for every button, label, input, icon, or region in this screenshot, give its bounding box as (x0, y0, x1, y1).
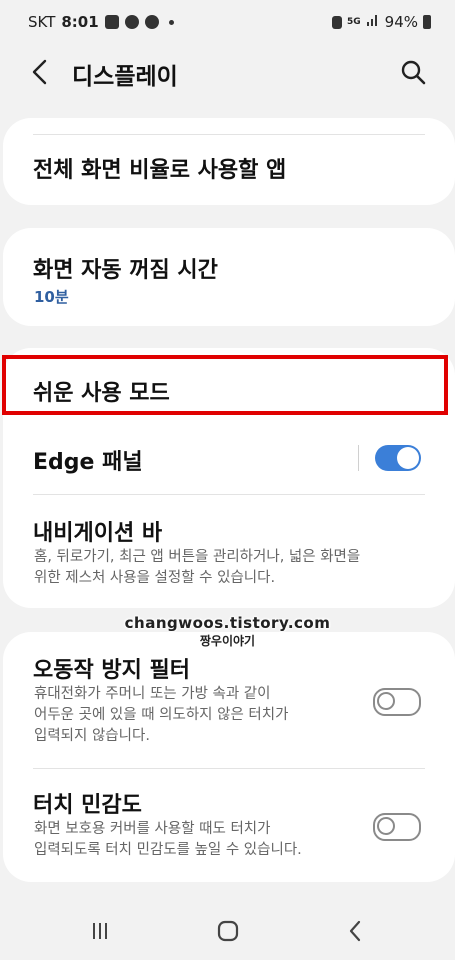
description-line: 입력되도록 터치 민감도를 높일 수 있습니다. (34, 842, 302, 858)
toggle-separator (358, 445, 359, 471)
search-icon[interactable] (399, 58, 427, 86)
carrier-label: SKT (28, 13, 56, 31)
5g-icon: 5G (347, 17, 361, 27)
back-nav-icon[interactable] (340, 918, 370, 944)
lock-icon (332, 15, 342, 29)
card-fullscreen: 전체 화면 비율로 사용할 앱 (3, 118, 455, 205)
app-bar: 디스플레이 (0, 44, 455, 100)
setting-screen-timeout[interactable]: 화면 자동 꺼짐 시간 10분 (3, 228, 455, 326)
setting-title: Edge 패널 (33, 450, 143, 475)
more-notifications-icon (168, 19, 174, 25)
setting-title: 오동작 방지 필터 (33, 658, 190, 683)
recent-apps-icon[interactable] (85, 918, 115, 944)
setting-accidental-touch[interactable]: 오동작 방지 필터 휴대전화가 주머니 또는 가방 속과 같이 어두운 곳에 있… (3, 632, 455, 766)
home-icon[interactable] (213, 918, 243, 944)
back-arrow-icon[interactable] (26, 58, 54, 86)
watermark-url-overlay: changwoos.tistory.com (124, 614, 331, 632)
gallery-notification-icon (104, 15, 119, 29)
edge-panel-toggle[interactable] (375, 445, 421, 471)
setting-description: 화면 보호용 커버를 사용할 때도 터치가 입력되도록 터치 민감도를 높일 수… (34, 819, 302, 861)
setting-touch-sensitivity[interactable]: 터치 민감도 화면 보호용 커버를 사용할 때도 터치가 입력되도록 터치 민감… (3, 769, 455, 882)
accidental-touch-toggle[interactable] (373, 688, 421, 716)
setting-title: 전체 화면 비율로 사용할 앱 (33, 158, 287, 183)
clock: 8:01 (61, 13, 99, 31)
description-line: 화면 보호용 커버를 사용할 때도 터치가 (34, 821, 271, 837)
highlight-box (2, 355, 448, 415)
description-line: 입력되지 않습니다. (34, 728, 150, 744)
battery-icon (423, 15, 431, 29)
status-bar: SKT 8:01 5G 94% (0, 0, 455, 42)
setting-title: 터치 민감도 (33, 793, 142, 818)
setting-title: 내비게이션 바 (33, 521, 163, 546)
system-navigation-bar (0, 900, 455, 960)
status-right: 5G 94% (332, 13, 431, 31)
watermark-name-overlay: 짱우이야기 (199, 634, 256, 648)
setting-title: 화면 자동 꺼짐 시간 (33, 258, 218, 283)
status-left: SKT 8:01 (28, 13, 174, 31)
battery-percent: 94% (384, 13, 418, 31)
talk-notification-icon (144, 15, 159, 29)
setting-navigation-bar[interactable]: 내비게이션 바 홈, 뒤로가기, 최근 앱 버튼을 관리하거나, 넓은 화면을 … (3, 495, 455, 608)
setting-edge-panel[interactable]: Edge 패널 (3, 418, 455, 492)
setting-fullscreen-apps[interactable]: 전체 화면 비율로 사용할 앱 (3, 118, 455, 205)
description-line: 어두운 곳에 있을 때 의도하지 않은 터치가 (34, 707, 289, 723)
chat-notification-icon (124, 15, 139, 29)
card-screen-timeout: 화면 자동 꺼짐 시간 10분 (3, 228, 455, 326)
signal-icon (366, 13, 380, 31)
setting-description: 휴대전화가 주머니 또는 가방 속과 같이 어두운 곳에 있을 때 의도하지 않… (34, 684, 288, 747)
setting-value: 10분 (34, 288, 69, 306)
description-line: 홈, 뒤로가기, 최근 앱 버튼을 관리하거나, 넓은 화면을 (34, 549, 361, 565)
description-line: 위한 제스처 사용을 설정할 수 있습니다. (34, 570, 276, 586)
setting-description: 홈, 뒤로가기, 최근 앱 버튼을 관리하거나, 넓은 화면을 위한 제스처 사… (34, 547, 360, 589)
description-line: 휴대전화가 주머니 또는 가방 속과 같이 (34, 686, 271, 702)
touch-sensitivity-toggle[interactable] (373, 813, 421, 841)
page-title: 디스플레이 (72, 64, 178, 90)
card-touch: 오동작 방지 필터 휴대전화가 주머니 또는 가방 속과 같이 어두운 곳에 있… (3, 632, 455, 882)
